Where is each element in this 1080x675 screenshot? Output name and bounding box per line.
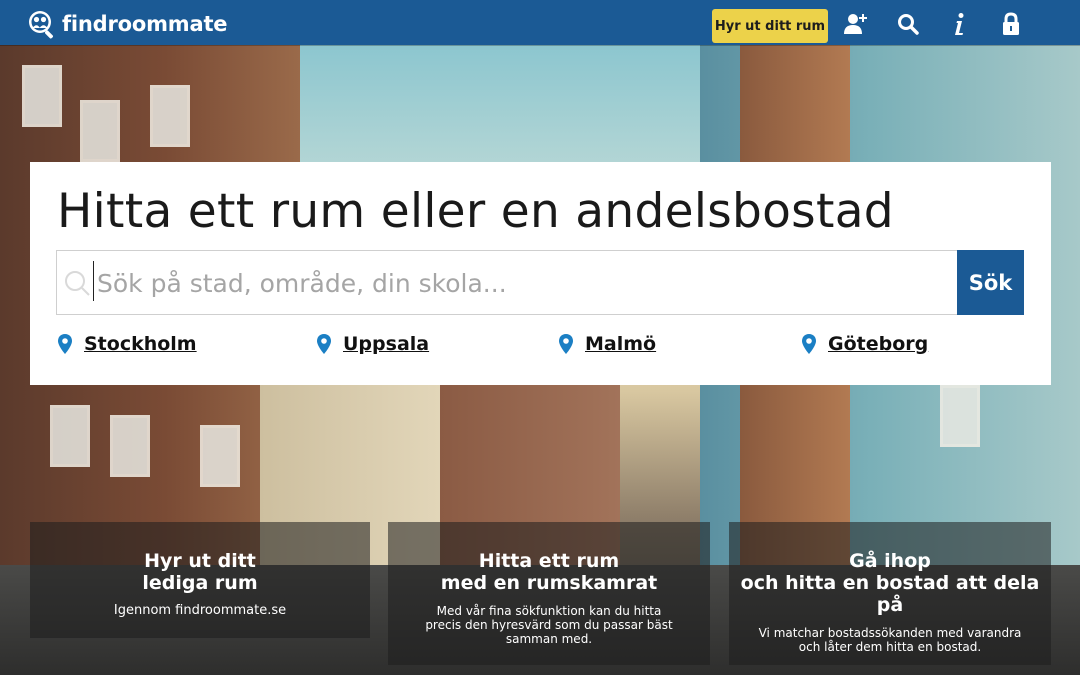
background-window bbox=[50, 405, 90, 467]
hero-title: Hitta ett rum eller en andelsbostad bbox=[57, 184, 894, 239]
city-link-label[interactable]: Malmö bbox=[585, 333, 656, 355]
city-link-malmo[interactable]: Malmö bbox=[558, 333, 656, 355]
search-card: Hitta ett rum eller en andelsbostad Sök … bbox=[30, 162, 1051, 385]
search-button[interactable]: Sök bbox=[957, 250, 1024, 315]
feature-description: Igennom findroommate.se bbox=[113, 603, 287, 618]
background-window bbox=[940, 385, 980, 447]
rent-out-room-button[interactable]: Hyr ut ditt rum bbox=[712, 9, 828, 43]
info-icon[interactable] bbox=[946, 11, 972, 37]
logo-text: findroommate bbox=[62, 12, 228, 36]
background-window bbox=[22, 65, 62, 127]
city-link-stockholm[interactable]: Stockholm bbox=[57, 333, 197, 355]
add-user-icon[interactable] bbox=[843, 11, 869, 37]
city-link-label[interactable]: Uppsala bbox=[343, 333, 429, 355]
feature-panel-team-up[interactable]: Gå ihop och hitta en bostad att dela på … bbox=[729, 522, 1051, 665]
feature-title: Gå ihop och hitta en bostad att dela på bbox=[740, 550, 1040, 616]
city-link-label[interactable]: Stockholm bbox=[84, 333, 197, 355]
search-input[interactable] bbox=[95, 257, 949, 309]
search-icon[interactable] bbox=[895, 11, 921, 37]
feature-panel-rent-out[interactable]: Hyr ut ditt lediga rum Igennom findroomm… bbox=[30, 522, 370, 638]
popular-cities: Stockholm Uppsala Malmö Göteborg bbox=[57, 333, 1037, 363]
background-window bbox=[150, 85, 190, 147]
background-window bbox=[200, 425, 240, 487]
city-link-uppsala[interactable]: Uppsala bbox=[316, 333, 429, 355]
background-window bbox=[110, 415, 150, 477]
site-logo[interactable]: findroommate bbox=[26, 7, 228, 41]
city-link-label[interactable]: Göteborg bbox=[828, 333, 928, 355]
feature-description: Med vår fina sökfunktion kan du hitta pr… bbox=[425, 604, 673, 646]
location-pin-icon bbox=[559, 334, 573, 354]
feature-title: Hitta ett rum med en rumskamrat bbox=[440, 550, 658, 594]
location-pin-icon bbox=[58, 334, 72, 354]
background-window bbox=[80, 100, 120, 162]
search-field-icon bbox=[63, 269, 91, 297]
feature-title: Hyr ut ditt lediga rum bbox=[142, 550, 258, 594]
location-pin-icon bbox=[317, 334, 331, 354]
logo-magnifier-people-icon bbox=[26, 8, 58, 40]
text-cursor bbox=[93, 261, 94, 301]
city-link-goteborg[interactable]: Göteborg bbox=[801, 333, 928, 355]
feature-description: Vi matchar bostadssökanden med varandra … bbox=[758, 626, 1022, 654]
location-pin-icon bbox=[802, 334, 816, 354]
top-navigation-bar: findroommate Hyr ut ditt rum bbox=[0, 0, 1080, 45]
search-field-container[interactable] bbox=[56, 250, 958, 315]
feature-panel-find-room[interactable]: Hitta ett rum med en rumskamrat Med vår … bbox=[388, 522, 710, 665]
lock-icon[interactable] bbox=[998, 11, 1024, 37]
